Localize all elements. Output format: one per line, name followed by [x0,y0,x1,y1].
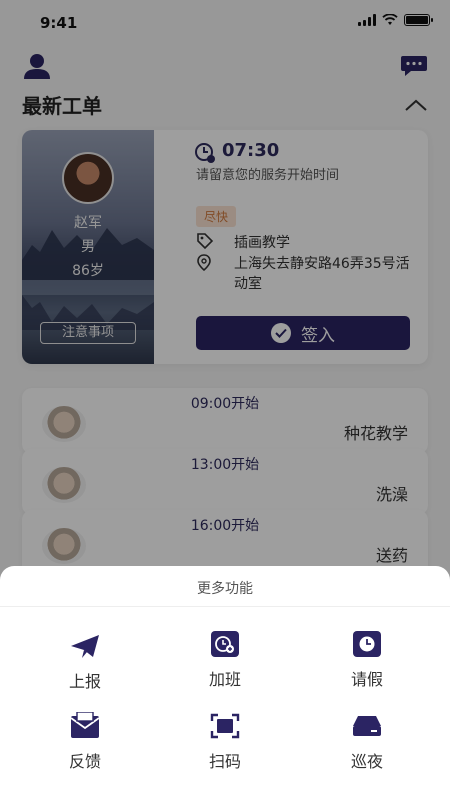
scan-icon [210,713,240,739]
divider [0,606,450,607]
paper-plane-icon [71,635,99,658]
function-scan[interactable]: 扫码 [170,712,280,782]
function-report[interactable]: 上报 [30,632,140,702]
function-leave[interactable]: 请假 [312,630,422,700]
envelope-icon [70,712,100,738]
clock-icon [353,631,381,657]
drive-icon [353,716,381,736]
sheet-title: 更多功能 [197,581,253,597]
function-feedback[interactable]: 反馈 [30,712,140,782]
function-label: 上报 [68,672,101,691]
more-functions-sheet: 更多功能 上报 加班 请假 反馈 扫码 巡夜 [0,566,450,800]
function-label: 巡夜 [350,752,383,771]
function-overtime[interactable]: 加班 [170,630,280,700]
clock-plus-icon [211,631,239,657]
function-label: 扫码 [208,752,241,771]
function-label: 加班 [208,670,241,689]
function-label: 请假 [350,670,383,689]
function-night-patrol[interactable]: 巡夜 [312,712,422,782]
function-label: 反馈 [68,752,101,771]
